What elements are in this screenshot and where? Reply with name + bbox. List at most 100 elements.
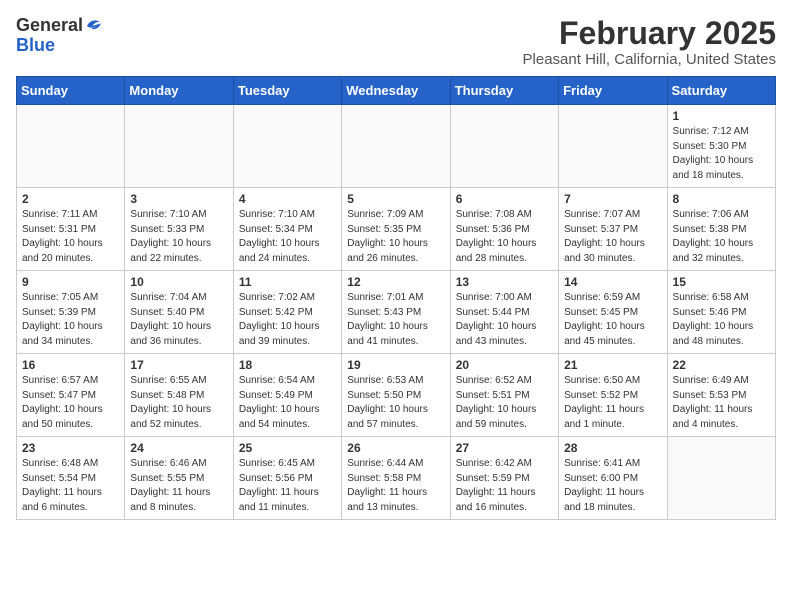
calendar-cell	[125, 105, 233, 188]
day-number: 22	[673, 358, 770, 372]
day-info: Sunrise: 7:10 AM Sunset: 5:34 PM Dayligh…	[239, 208, 336, 266]
day-info: Sunrise: 7:01 AM Sunset: 5:43 PM Dayligh…	[347, 291, 444, 349]
day-number: 13	[456, 275, 553, 289]
calendar-cell: 8 Sunrise: 7:06 AM Sunset: 5:38 PM Daylig…	[667, 188, 775, 271]
day-number: 17	[130, 358, 227, 372]
page-header: General Blue February 2025 Pleasant Hill…	[16, 16, 776, 68]
day-number: 10	[130, 275, 227, 289]
calendar-cell: 1 Sunrise: 7:12 AM Sunset: 5:30 PM Daylig…	[667, 105, 775, 188]
calendar-cell: 5 Sunrise: 7:09 AM Sunset: 5:35 PM Daylig…	[342, 188, 450, 271]
location-title: Pleasant Hill, California, United States	[523, 51, 776, 68]
day-number: 18	[239, 358, 336, 372]
calendar-cell: 4Sunrise: 7:10 AM Sunset: 5:34 PM Daylig…	[233, 188, 341, 271]
day-info: Sunrise: 6:52 AM Sunset: 5:51 PM Dayligh…	[456, 374, 553, 432]
day-number: 5	[347, 192, 444, 206]
day-number: 19	[347, 358, 444, 372]
logo-bird-icon	[85, 19, 103, 33]
day-info: Sunrise: 6:58 AM Sunset: 5:46 PM Dayligh…	[673, 291, 770, 349]
day-info: Sunrise: 6:45 AM Sunset: 5:56 PM Dayligh…	[239, 457, 336, 515]
calendar-cell: 10 Sunrise: 7:04 AM Sunset: 5:40 PM Dayli…	[125, 271, 233, 354]
day-number: 9	[22, 275, 119, 289]
day-info: Sunrise: 6:42 AM Sunset: 5:59 PM Dayligh…	[456, 457, 553, 515]
day-info: Sunrise: 7:12 AM Sunset: 5:30 PM Dayligh…	[673, 125, 770, 183]
calendar-cell: 9 Sunrise: 7:05 AM Sunset: 5:39 PM Daylig…	[17, 271, 125, 354]
day-number: 6	[456, 192, 553, 206]
day-number: 20	[456, 358, 553, 372]
calendar-cell: 15 Sunrise: 6:58 AM Sunset: 5:46 PM Dayli…	[667, 271, 775, 354]
calendar-cell: 19 Sunrise: 6:53 AM Sunset: 5:50 PM Dayli…	[342, 354, 450, 437]
calendar-cell: 27 Sunrise: 6:42 AM Sunset: 5:59 PM Dayli…	[450, 437, 558, 520]
calendar-week-row: 9 Sunrise: 7:05 AM Sunset: 5:39 PM Daylig…	[17, 271, 776, 354]
day-number: 27	[456, 441, 553, 455]
day-number: 26	[347, 441, 444, 455]
calendar-cell: 17 Sunrise: 6:55 AM Sunset: 5:48 PM Dayli…	[125, 354, 233, 437]
day-info: Sunrise: 6:50 AM Sunset: 5:52 PM Dayligh…	[564, 374, 661, 432]
calendar-cell: 12 Sunrise: 7:01 AM Sunset: 5:43 PM Dayli…	[342, 271, 450, 354]
calendar-cell	[667, 437, 775, 520]
day-number: 12	[347, 275, 444, 289]
calendar-cell	[342, 105, 450, 188]
day-number: 7	[564, 192, 661, 206]
calendar-week-row: 2 Sunrise: 7:11 AM Sunset: 5:31 PM Daylig…	[17, 188, 776, 271]
calendar-cell	[233, 105, 341, 188]
day-number: 1	[673, 109, 770, 123]
day-number: 15	[673, 275, 770, 289]
day-info: Sunrise: 7:07 AM Sunset: 5:37 PM Dayligh…	[564, 208, 661, 266]
day-info: Sunrise: 7:05 AM Sunset: 5:39 PM Dayligh…	[22, 291, 119, 349]
day-number: 28	[564, 441, 661, 455]
day-info: Sunrise: 7:08 AM Sunset: 5:36 PM Dayligh…	[456, 208, 553, 266]
day-number: 16	[22, 358, 119, 372]
calendar-cell	[17, 105, 125, 188]
calendar-cell: 6 Sunrise: 7:08 AM Sunset: 5:36 PM Daylig…	[450, 188, 558, 271]
calendar-cell: 16 Sunrise: 6:57 AM Sunset: 5:47 PM Dayli…	[17, 354, 125, 437]
calendar-week-row: 23Sunrise: 6:48 AM Sunset: 5:54 PM Dayli…	[17, 437, 776, 520]
day-info: Sunrise: 6:46 AM Sunset: 5:55 PM Dayligh…	[130, 457, 227, 515]
day-info: Sunrise: 6:53 AM Sunset: 5:50 PM Dayligh…	[347, 374, 444, 432]
calendar-cell: 14 Sunrise: 6:59 AM Sunset: 5:45 PM Dayli…	[559, 271, 667, 354]
calendar-table: SundayMondayTuesdayWednesdayThursdayFrid…	[16, 76, 776, 520]
calendar-header-row: SundayMondayTuesdayWednesdayThursdayFrid…	[17, 77, 776, 105]
day-info: Sunrise: 6:54 AM Sunset: 5:49 PM Dayligh…	[239, 374, 336, 432]
calendar-cell	[559, 105, 667, 188]
calendar-cell: 22 Sunrise: 6:49 AM Sunset: 5:53 PM Dayli…	[667, 354, 775, 437]
day-info: Sunrise: 7:11 AM Sunset: 5:31 PM Dayligh…	[22, 208, 119, 266]
day-info: Sunrise: 7:06 AM Sunset: 5:38 PM Dayligh…	[673, 208, 770, 266]
calendar-cell: 21 Sunrise: 6:50 AM Sunset: 5:52 PM Dayli…	[559, 354, 667, 437]
calendar-cell: 24 Sunrise: 6:46 AM Sunset: 5:55 PM Dayli…	[125, 437, 233, 520]
day-number: 3	[130, 192, 227, 206]
day-info: Sunrise: 6:44 AM Sunset: 5:58 PM Dayligh…	[347, 457, 444, 515]
calendar-cell: 23Sunrise: 6:48 AM Sunset: 5:54 PM Dayli…	[17, 437, 125, 520]
day-info: Sunrise: 6:55 AM Sunset: 5:48 PM Dayligh…	[130, 374, 227, 432]
month-title: February 2025	[523, 16, 776, 51]
calendar-cell: 25 Sunrise: 6:45 AM Sunset: 5:56 PM Dayli…	[233, 437, 341, 520]
day-info: Sunrise: 7:04 AM Sunset: 5:40 PM Dayligh…	[130, 291, 227, 349]
day-number: 8	[673, 192, 770, 206]
logo-blue-text: Blue	[16, 35, 55, 55]
day-info: Sunrise: 7:02 AM Sunset: 5:42 PM Dayligh…	[239, 291, 336, 349]
day-info: Sunrise: 6:41 AM Sunset: 6:00 PM Dayligh…	[564, 457, 661, 515]
day-number: 14	[564, 275, 661, 289]
weekday-header-wednesday: Wednesday	[342, 77, 450, 105]
calendar-cell: 13Sunrise: 7:00 AM Sunset: 5:44 PM Dayli…	[450, 271, 558, 354]
weekday-header-friday: Friday	[559, 77, 667, 105]
day-number: 2	[22, 192, 119, 206]
weekday-header-monday: Monday	[125, 77, 233, 105]
calendar-cell	[450, 105, 558, 188]
calendar-cell: 2 Sunrise: 7:11 AM Sunset: 5:31 PM Daylig…	[17, 188, 125, 271]
day-info: Sunrise: 6:49 AM Sunset: 5:53 PM Dayligh…	[673, 374, 770, 432]
day-info: Sunrise: 6:59 AM Sunset: 5:45 PM Dayligh…	[564, 291, 661, 349]
day-number: 25	[239, 441, 336, 455]
calendar-cell: 3Sunrise: 7:10 AM Sunset: 5:33 PM Daylig…	[125, 188, 233, 271]
day-number: 21	[564, 358, 661, 372]
logo: General Blue	[16, 16, 103, 56]
day-info: Sunrise: 6:57 AM Sunset: 5:47 PM Dayligh…	[22, 374, 119, 432]
weekday-header-sunday: Sunday	[17, 77, 125, 105]
calendar-cell: 18 Sunrise: 6:54 AM Sunset: 5:49 PM Dayli…	[233, 354, 341, 437]
day-info: Sunrise: 7:09 AM Sunset: 5:35 PM Dayligh…	[347, 208, 444, 266]
calendar-cell: 11 Sunrise: 7:02 AM Sunset: 5:42 PM Dayli…	[233, 271, 341, 354]
day-number: 24	[130, 441, 227, 455]
weekday-header-saturday: Saturday	[667, 77, 775, 105]
weekday-header-thursday: Thursday	[450, 77, 558, 105]
day-number: 11	[239, 275, 336, 289]
title-area: February 2025 Pleasant Hill, California,…	[523, 16, 776, 68]
